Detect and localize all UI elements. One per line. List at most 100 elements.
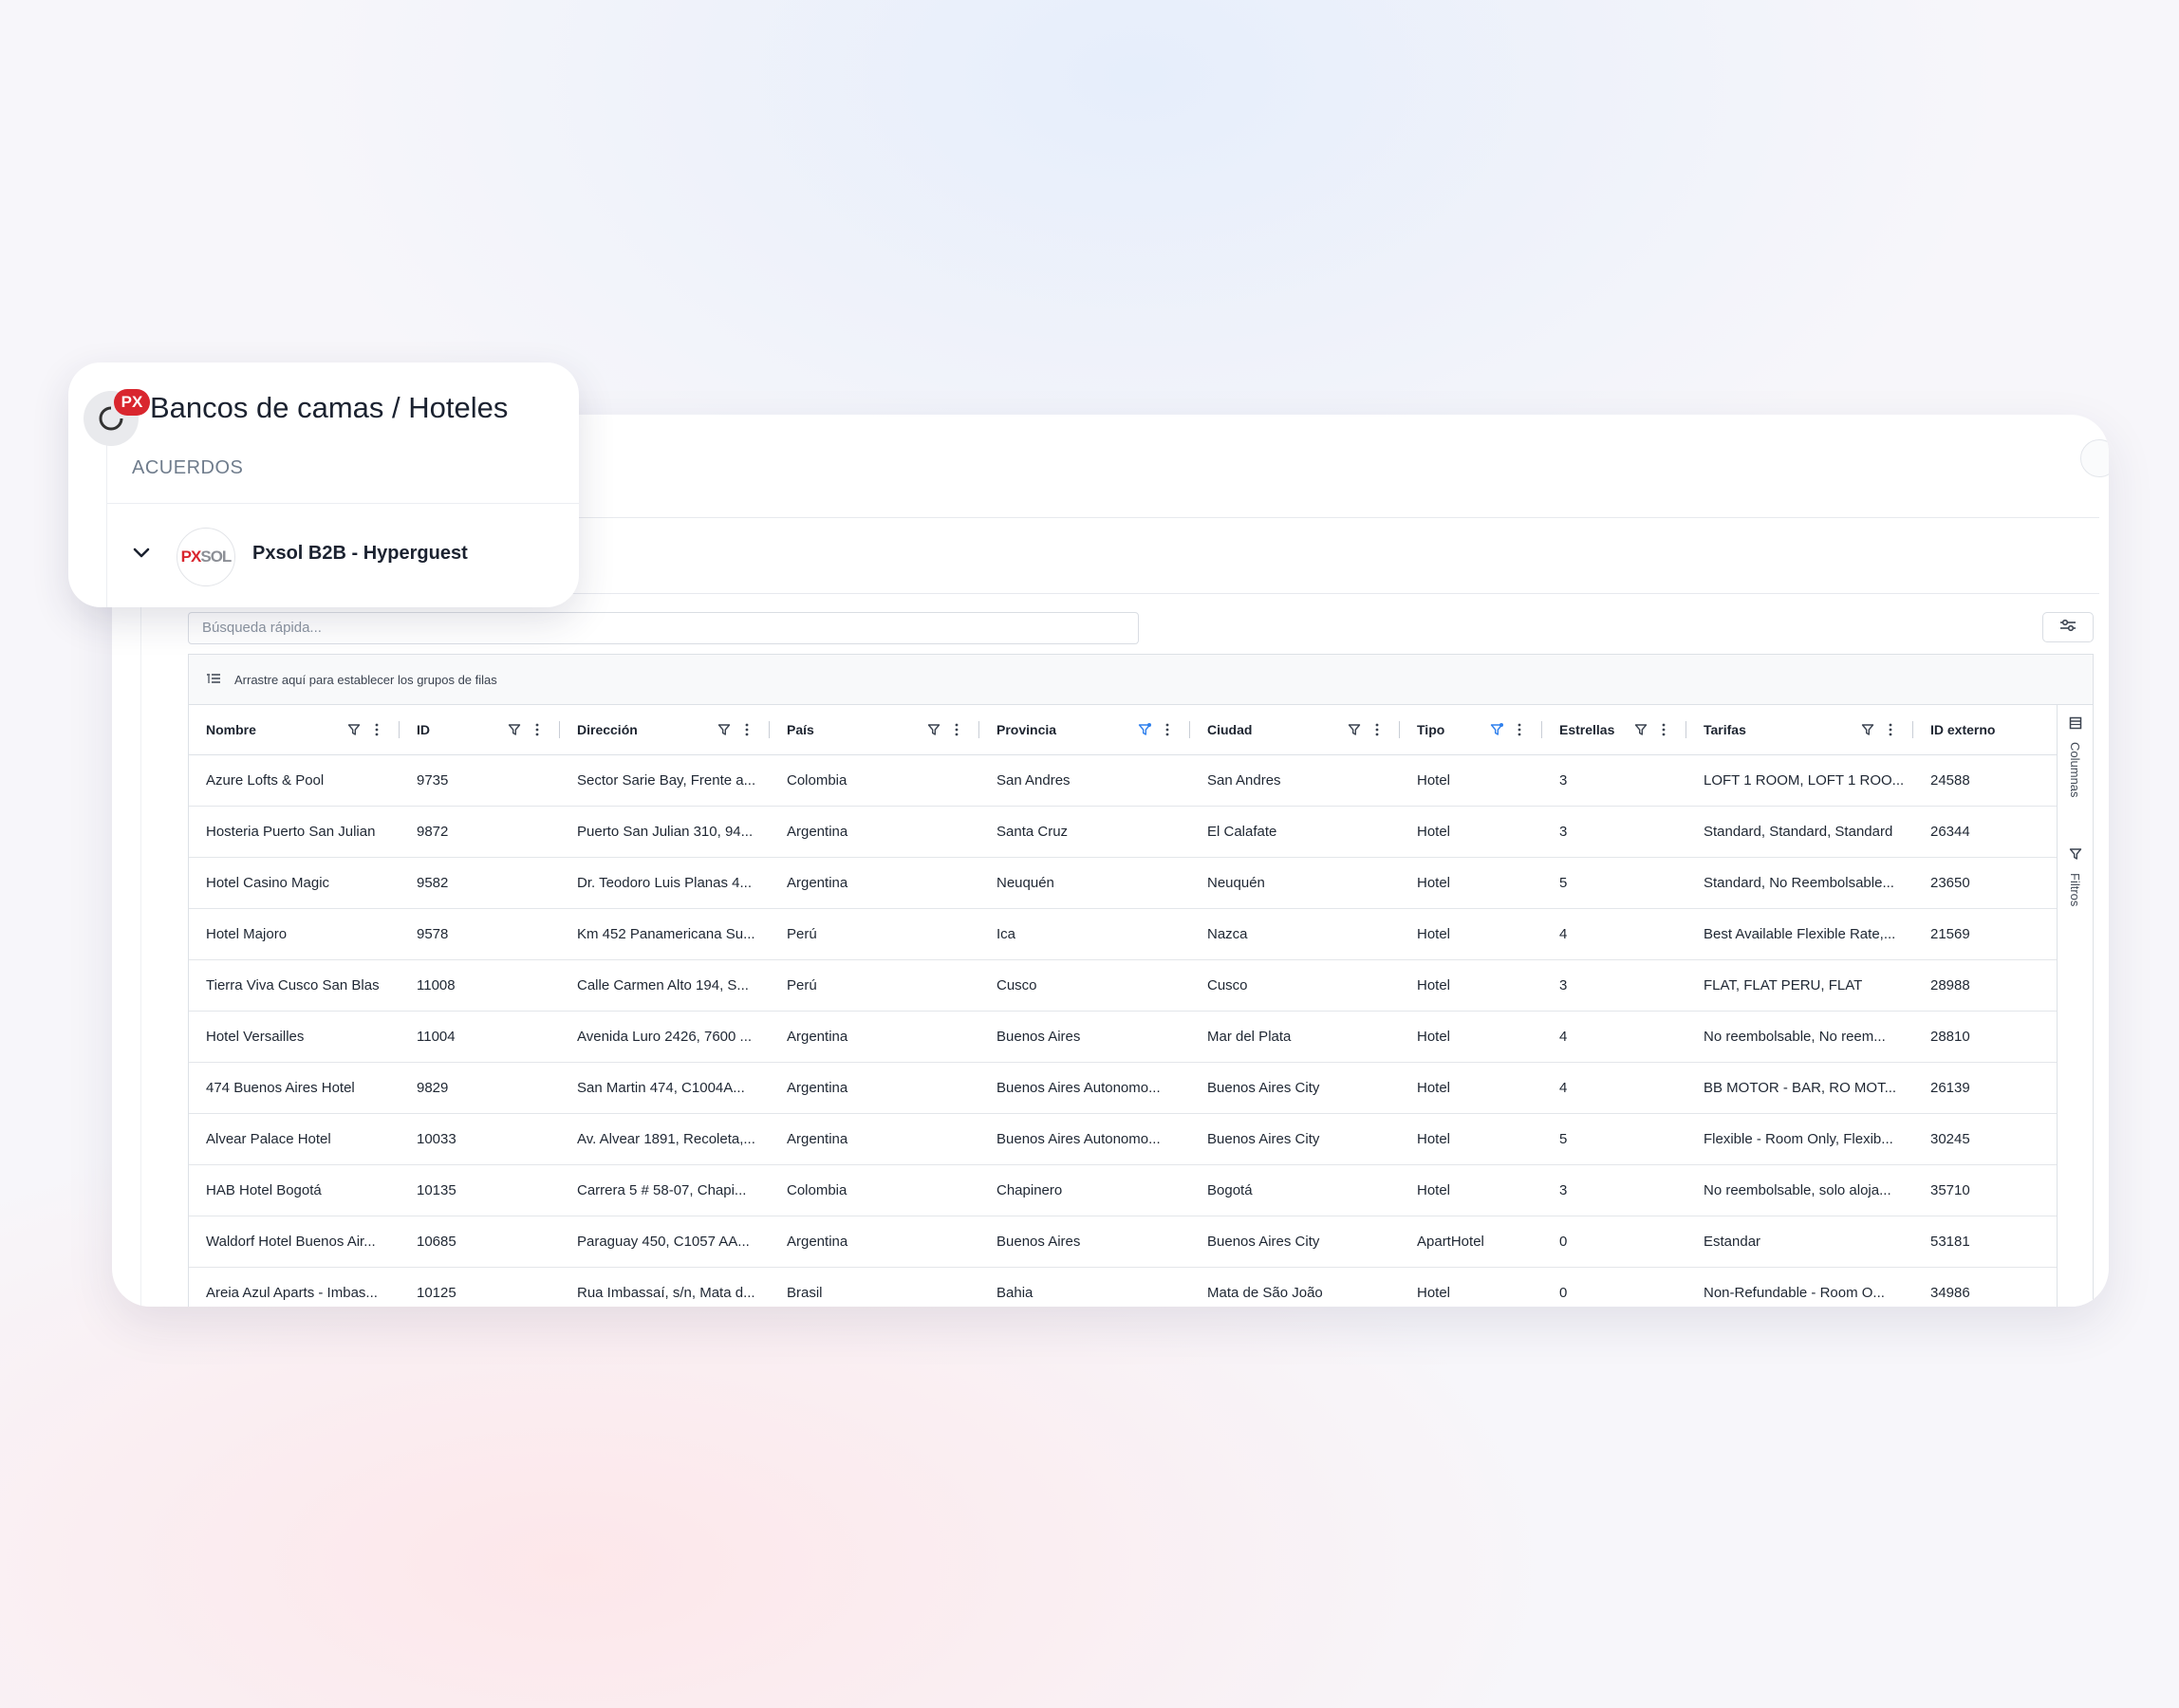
table-cell: 0 <box>1559 1234 1568 1250</box>
table-cell: HAB Hotel Bogotá <box>206 1182 322 1198</box>
table-cell: Buenos Aires City <box>1207 1080 1320 1096</box>
hotels-data-grid: Arrastre aquí para establecer los grupos… <box>188 654 2094 1307</box>
table-cell: 10685 <box>417 1234 456 1250</box>
table-cell: Hotel Majoro <box>206 926 288 942</box>
filter-icon[interactable] <box>1487 720 1506 739</box>
column-menu-icon[interactable] <box>528 720 547 739</box>
table-cell: Sector Sarie Bay, Frente a... <box>577 772 756 789</box>
column-header[interactable]: Ciudad <box>1190 705 1400 754</box>
table-cell: 11008 <box>417 977 456 993</box>
table-row[interactable]: Tierra Viva Cusco San Blas 11008 Calle Car… <box>189 960 2057 1012</box>
column-header[interactable]: Provincia <box>979 705 1190 754</box>
chevron-down-icon[interactable] <box>131 543 152 564</box>
table-row[interactable]: 474 Buenos Aires Hotel 9829 San Martin 474… <box>189 1063 2057 1114</box>
table-cell: 21569 <box>1930 926 1970 942</box>
columns-tab[interactable]: Columnas <box>2058 716 2093 798</box>
filter-icon[interactable] <box>1858 720 1877 739</box>
table-cell: 24588 <box>1930 772 1970 789</box>
table-cell: San Andres <box>996 772 1071 789</box>
table-row[interactable]: Azure Lofts & Pool 9735 Sector Sarie Bay, … <box>189 755 2057 807</box>
table-cell: 10033 <box>417 1131 456 1147</box>
filter-icon[interactable] <box>924 720 943 739</box>
table-cell: Areia Azul Aparts - Imbas... <box>206 1285 378 1301</box>
column-header[interactable]: Tipo <box>1400 705 1542 754</box>
filters-tab[interactable]: Filtros <box>2058 847 2093 906</box>
table-cell: Hotel <box>1417 875 1451 891</box>
table-cell: 474 Buenos Aires Hotel <box>206 1080 355 1096</box>
column-header[interactable]: ID externo <box>1913 705 2046 754</box>
table-cell: Nazca <box>1207 926 1248 942</box>
table-cell: 9872 <box>417 824 449 840</box>
table-cell: 0 <box>1559 1285 1568 1301</box>
table-cell: Santa Cruz <box>996 824 1069 840</box>
table-cell: ApartHotel <box>1417 1234 1484 1250</box>
filter-icon[interactable] <box>715 720 734 739</box>
table-cell: 11004 <box>417 1029 456 1045</box>
table-cell: No reembolsable, No reem... <box>1704 1029 1886 1045</box>
table-cell: Estandar <box>1704 1234 1761 1250</box>
agreement-name[interactable]: Pxsol B2B - Hyperguest <box>252 543 468 565</box>
filter-icon[interactable] <box>345 720 363 739</box>
table-cell: Hotel <box>1417 926 1451 942</box>
table-cell: 34986 <box>1930 1285 1970 1301</box>
column-menu-icon[interactable] <box>737 720 756 739</box>
table-row[interactable]: Hotel Casino Magic 9582 Dr. Teodoro Luis P… <box>189 858 2057 909</box>
column-header[interactable]: Tarifas <box>1686 705 1913 754</box>
table-cell: Buenos Aires Autonomo... <box>996 1131 1161 1147</box>
table-cell: Perú <box>787 926 817 942</box>
quick-search-input[interactable]: Búsqueda rápida... <box>188 612 1139 644</box>
table-cell: Neuquén <box>1207 875 1265 891</box>
row-group-drop-zone[interactable]: Arrastre aquí para establecer los grupos… <box>189 655 2093 705</box>
table-row[interactable]: HAB Hotel Bogotá 10135 Carrera 5 # 58-07, … <box>189 1165 2057 1216</box>
table-cell: FLAT, FLAT PERU, FLAT <box>1704 977 1863 993</box>
table-row[interactable]: Waldorf Hotel Buenos Air... 10685 Paraguay… <box>189 1216 2057 1268</box>
table-cell: Azure Lofts & Pool <box>206 772 325 789</box>
filter-icon[interactable] <box>1631 720 1650 739</box>
table-cell: Buenos Aires City <box>1207 1131 1320 1147</box>
table-row[interactable]: Alvear Palace Hotel 10033 Av. Alvear 1891,… <box>189 1114 2057 1165</box>
column-header[interactable]: Estrellas <box>1542 705 1686 754</box>
table-row[interactable]: Hotel Majoro 9578 Km 452 Panamericana Su..… <box>189 909 2057 960</box>
column-menu-icon[interactable] <box>1368 720 1387 739</box>
column-header[interactable]: Dirección <box>560 705 770 754</box>
table-cell: Argentina <box>787 1080 848 1096</box>
column-menu-icon[interactable] <box>1158 720 1177 739</box>
table-cell: Mata de São João <box>1207 1285 1323 1301</box>
table-row[interactable]: Hosteria Puerto San Julian 9872 Puerto San… <box>189 807 2057 858</box>
table-cell: 26344 <box>1930 824 1970 840</box>
filter-icon[interactable] <box>505 720 524 739</box>
column-menu-icon[interactable] <box>947 720 966 739</box>
table-cell: Standard, No Reembolsable... <box>1704 875 1894 891</box>
table-cell: Colombia <box>787 1182 847 1198</box>
column-header[interactable]: ID <box>400 705 560 754</box>
table-cell: Dr. Teodoro Luis Planas 4... <box>577 875 752 891</box>
table-cell: Hotel <box>1417 824 1451 840</box>
table-cell: 35710 <box>1930 1182 1970 1198</box>
section-label: ACUERDOS <box>132 457 244 478</box>
column-header-label: Ciudad <box>1207 722 1253 737</box>
table-cell: Waldorf Hotel Buenos Air... <box>206 1234 376 1250</box>
column-menu-icon[interactable] <box>1654 720 1673 739</box>
filter-icon[interactable] <box>1345 720 1364 739</box>
table-cell: 10135 <box>417 1182 456 1198</box>
column-header-label: Tipo <box>1417 722 1445 737</box>
column-header-label: País <box>787 722 814 737</box>
grid-settings-button[interactable] <box>2042 612 2094 642</box>
table-row[interactable]: Areia Azul Aparts - Imbas... 10125 Rua Imb… <box>189 1268 2057 1307</box>
column-menu-icon[interactable] <box>1510 720 1529 739</box>
table-cell: Hotel <box>1417 1029 1451 1045</box>
table-cell: 4 <box>1559 926 1568 942</box>
table-cell: 5 <box>1559 1131 1568 1147</box>
sliders-icon <box>2059 618 2077 638</box>
column-header-label: Estrellas <box>1559 722 1615 737</box>
column-header[interactable]: País <box>770 705 979 754</box>
table-cell: 5 <box>1559 875 1568 891</box>
column-menu-icon[interactable] <box>367 720 386 739</box>
filter-icon[interactable] <box>1135 720 1154 739</box>
table-cell: 3 <box>1559 772 1568 789</box>
column-header[interactable]: Nombre <box>189 705 400 754</box>
table-cell: Brasil <box>787 1285 823 1301</box>
column-menu-icon[interactable] <box>1881 720 1900 739</box>
table-cell: Hotel <box>1417 1182 1451 1198</box>
table-row[interactable]: Hotel Versailles 11004 Avenida Luro 2426, … <box>189 1012 2057 1063</box>
